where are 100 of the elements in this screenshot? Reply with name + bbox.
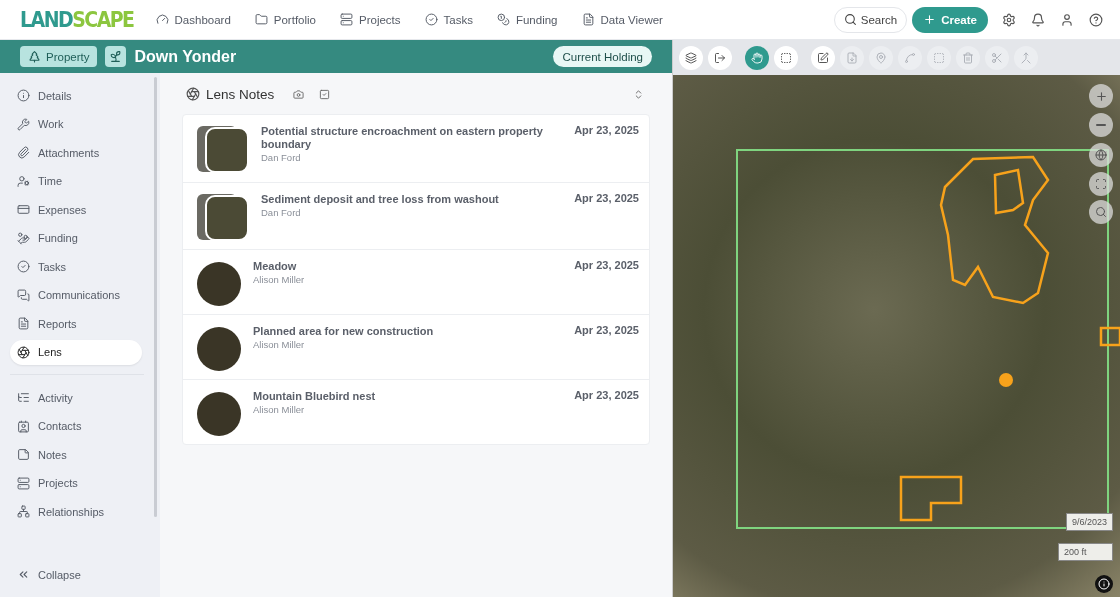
plus-icon bbox=[923, 13, 937, 26]
sidebar-item[interactable]: Activity bbox=[10, 385, 142, 410]
sidebar-item[interactable]: Tasks bbox=[10, 254, 142, 279]
note-title[interactable]: Potential structure encroachment on eastern property boundary bbox=[261, 125, 575, 151]
plus-icon bbox=[1094, 89, 1108, 103]
record-type-badge: Property bbox=[20, 46, 98, 67]
photo-placeholder bbox=[205, 127, 249, 173]
search-button[interactable]: Search bbox=[833, 6, 908, 33]
sidebar-item[interactable]: Details bbox=[10, 83, 142, 108]
user-gear-icon bbox=[17, 174, 30, 188]
point-marker[interactable] bbox=[999, 373, 1013, 387]
note-author: Alison Miller bbox=[253, 274, 306, 285]
sidebar-item[interactable]: Expenses bbox=[10, 197, 142, 222]
edit-icon bbox=[817, 51, 829, 64]
logo[interactable]: LANDSCAPE bbox=[20, 7, 134, 32]
photo-placeholder bbox=[197, 327, 241, 371]
zoom-in-button[interactable] bbox=[1089, 84, 1113, 108]
scissors-icon bbox=[991, 51, 1003, 64]
minus-icon bbox=[1096, 124, 1106, 126]
globe-icon bbox=[1095, 149, 1107, 161]
nav-link[interactable]: Dashboard bbox=[155, 13, 231, 26]
document-icon bbox=[581, 13, 595, 26]
status-badge: Current Holding bbox=[553, 46, 652, 67]
trash-icon bbox=[962, 51, 974, 64]
map-tool-button[interactable] bbox=[811, 45, 835, 70]
imagery-date: 9/6/2023 bbox=[1065, 513, 1113, 531]
note-icon bbox=[17, 448, 30, 461]
sidebar-item[interactable]: Attachments bbox=[10, 140, 142, 165]
hand-icon bbox=[751, 51, 763, 64]
nav-link[interactable]: Data Viewer bbox=[581, 13, 663, 26]
area-outline bbox=[899, 475, 963, 522]
note-date: Apr 23, 2025 bbox=[574, 124, 639, 138]
note-title[interactable]: Mountain Bluebird nest bbox=[253, 390, 575, 403]
collapse-link[interactable]: Collapse bbox=[10, 562, 150, 587]
area-outline bbox=[1099, 326, 1120, 347]
globe-button[interactable] bbox=[1089, 143, 1113, 167]
merge-icon bbox=[1020, 51, 1032, 64]
photo-placeholder bbox=[197, 262, 241, 306]
map-tool-button[interactable] bbox=[708, 45, 732, 70]
photo-placeholder bbox=[197, 392, 241, 436]
bell-icon bbox=[1030, 12, 1045, 27]
scrollbar[interactable] bbox=[154, 77, 157, 517]
nav-link[interactable]: Funding bbox=[496, 13, 558, 26]
search-icon bbox=[843, 13, 857, 26]
note-author: Dan Ford bbox=[261, 207, 302, 218]
sidebar-item[interactable]: Notes bbox=[10, 442, 142, 467]
sidebar-item[interactable]: Reports bbox=[10, 311, 142, 336]
note-date: Apr 23, 2025 bbox=[574, 192, 639, 206]
card-icon bbox=[17, 203, 30, 216]
info-icon bbox=[17, 89, 30, 102]
export-icon bbox=[714, 51, 726, 64]
nav-link[interactable]: Projects bbox=[340, 13, 401, 26]
note-title[interactable]: Planned area for new construction bbox=[253, 325, 575, 338]
network-icon bbox=[17, 505, 30, 518]
chat-icon bbox=[17, 288, 30, 302]
user-icon bbox=[1059, 12, 1074, 27]
note-title[interactable]: Sediment deposit and tree loss from washout bbox=[261, 193, 575, 206]
note-date: Apr 23, 2025 bbox=[574, 259, 639, 273]
note-date: Apr 23, 2025 bbox=[574, 389, 639, 403]
map-tool-button[interactable] bbox=[774, 45, 798, 70]
scale-bar: 200 ft bbox=[1058, 543, 1113, 561]
sidebar-item[interactable]: Funding bbox=[10, 225, 142, 251]
sidebar-item[interactable]: Contacts bbox=[10, 413, 142, 439]
photo-placeholder bbox=[205, 195, 249, 241]
sidebar-item[interactable]: Projects bbox=[10, 470, 142, 496]
coins-icon bbox=[496, 13, 510, 26]
double-chevron-icon bbox=[17, 568, 30, 581]
sidebar-item[interactable]: Relationships bbox=[10, 499, 142, 524]
note-title[interactable]: Meadow bbox=[253, 260, 575, 273]
wrench-icon bbox=[17, 117, 30, 131]
folder-icon bbox=[254, 13, 268, 26]
aperture-icon bbox=[17, 345, 30, 359]
note-author: Alison Miller bbox=[253, 339, 306, 350]
contact-card-icon bbox=[17, 419, 30, 433]
create-button[interactable]: Create bbox=[912, 6, 988, 33]
map-tool-button[interactable] bbox=[679, 45, 703, 70]
zoom-out-button[interactable] bbox=[1089, 113, 1113, 137]
sidebar-item[interactable]: Communications bbox=[10, 282, 142, 308]
fit-button[interactable] bbox=[1089, 172, 1113, 196]
camera-icon bbox=[292, 88, 304, 100]
sidebar-item[interactable]: Lens bbox=[10, 339, 142, 365]
sidebar-item[interactable]: Work bbox=[10, 111, 142, 137]
nav-link[interactable]: Tasks bbox=[424, 13, 473, 26]
list-icon bbox=[17, 391, 30, 404]
checkbox-icon bbox=[318, 88, 330, 100]
sidebar-item[interactable]: Time bbox=[10, 168, 142, 194]
server-icon bbox=[17, 476, 30, 490]
layers-icon bbox=[685, 51, 697, 64]
note-author: Alison Miller bbox=[253, 404, 306, 415]
settings-icon bbox=[1001, 12, 1016, 27]
help-icon bbox=[1088, 12, 1103, 27]
nav-link[interactable]: Portfolio bbox=[254, 13, 316, 26]
check-circle-icon bbox=[424, 13, 438, 26]
note-author: Dan Ford bbox=[261, 152, 302, 163]
sprout-icon bbox=[105, 46, 127, 67]
hand-coins-icon bbox=[17, 231, 30, 245]
search-button[interactable] bbox=[1089, 200, 1113, 224]
map-pin-icon bbox=[875, 51, 887, 64]
satellite-map[interactable]: 9/6/2023 200 ft bbox=[673, 75, 1120, 597]
info-button[interactable] bbox=[1095, 575, 1113, 593]
